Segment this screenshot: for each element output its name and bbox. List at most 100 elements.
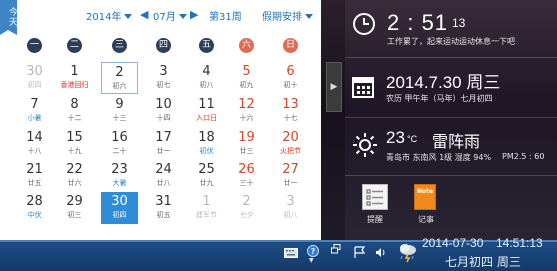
month-select[interactable]: 07月	[153, 8, 187, 23]
rest-reminder-text: 工作累了，起来运动运动休息一下吧	[387, 37, 515, 46]
lunar-date: 农历 甲午年（马年）七月初四	[386, 94, 493, 103]
calendar-day[interactable]: 6 初十	[272, 62, 309, 94]
volume-icon[interactable]	[375, 247, 387, 258]
calendar-day[interactable]: 3 初七	[145, 62, 182, 94]
reminder-app-label: 提醒	[367, 215, 383, 224]
day-number: 23	[111, 162, 128, 177]
day-lunar-label: 初六	[112, 82, 127, 90]
day-lunar-label: 十二	[67, 114, 82, 122]
calendar-day[interactable]: 10 十四	[145, 95, 182, 127]
calendar-day[interactable]: 31 初五	[145, 192, 182, 224]
day-number: 18	[198, 130, 215, 145]
calendar-day[interactable]: 29 初三	[56, 192, 93, 224]
calendar-day[interactable]: 13 十七	[272, 95, 309, 127]
day-lunar-label: 十九	[67, 147, 82, 155]
year-label: 2014年	[86, 12, 122, 23]
day-number: 26	[238, 162, 255, 177]
thunderstorm-icon[interactable]	[397, 241, 419, 263]
notes-app-label: 记事	[418, 215, 434, 224]
keyboard-icon[interactable]	[284, 248, 298, 258]
calendar-day[interactable]: 19 廿三	[228, 128, 265, 160]
day-number: 30	[26, 64, 43, 79]
flag-icon[interactable]	[354, 246, 365, 259]
day-lunar-label: 大暑	[112, 179, 127, 187]
calendar-day[interactable]: 21 廿五	[16, 160, 53, 192]
year-select[interactable]: 2014年	[86, 8, 133, 23]
day-lunar-label: 初伏	[199, 147, 214, 155]
day-number: 13	[282, 97, 299, 112]
day-number: 31	[155, 194, 172, 209]
day-number: 14	[26, 130, 43, 145]
calendar-day[interactable]: 4 初八	[188, 62, 225, 94]
taskbar-lunar[interactable]: 七月初四 周三	[445, 253, 521, 270]
weather-condition: 雷阵雨	[432, 134, 481, 151]
weekday-label: 五	[199, 38, 214, 53]
calendar-day[interactable]: 1 香港回归	[56, 62, 93, 94]
help-icon[interactable]: ?	[307, 245, 319, 257]
calendar-day[interactable]: 2 初六	[101, 62, 138, 94]
calendar-day[interactable]: 1 建军节	[188, 192, 225, 224]
calendar-day[interactable]: 28 中伏	[16, 192, 53, 224]
window-switch-icon[interactable]	[331, 244, 341, 254]
day-number: 27	[282, 162, 299, 177]
calendar-day[interactable]: 17 廿一	[145, 128, 182, 160]
day-number: 16	[111, 130, 128, 145]
calendar-day[interactable]: 3 初八	[272, 192, 309, 224]
week-number: 第31周	[209, 12, 242, 23]
calendar-day[interactable]: 22 廿六	[56, 160, 93, 192]
calendar-day[interactable]: 24 廿八	[145, 160, 182, 192]
day-lunar-label: 建军节	[196, 211, 217, 219]
day-lunar-label: 廿五	[27, 179, 42, 187]
calendar-day[interactable]: 15 十九	[56, 128, 93, 160]
day-number: 30	[111, 194, 128, 209]
month-label: 07月	[153, 12, 176, 23]
day-number: 1	[202, 194, 211, 209]
taskbar-time[interactable]: 14:51:13	[496, 236, 543, 250]
calendar-day[interactable]: 18 初伏	[188, 128, 225, 160]
checklist-icon	[366, 189, 383, 206]
calendar-day[interactable]: 16 二十	[101, 128, 138, 160]
day-number: 11	[198, 97, 215, 112]
calendar-day[interactable]: 9 十三	[101, 95, 138, 127]
calendar-day[interactable]: 7 小暑	[16, 95, 53, 127]
weekday-label: 日	[283, 38, 298, 53]
calendar-day[interactable]: 26 三十	[228, 160, 265, 192]
calendar-day[interactable]: 11 入口日	[188, 95, 225, 127]
day-number: 29	[66, 194, 83, 209]
calendar-day[interactable]: 2 七夕	[228, 192, 265, 224]
day-number: 12	[238, 97, 255, 112]
day-number: 4	[202, 64, 211, 79]
day-number: 20	[282, 130, 299, 145]
temperature-unit: °C	[407, 134, 418, 144]
calendar-day[interactable]: 30 初四	[16, 62, 53, 94]
taskbar-date[interactable]: 2014-07-30	[422, 236, 483, 250]
clock-seconds: 13	[452, 16, 466, 30]
day-lunar-label: 初七	[156, 81, 171, 89]
calendar-day[interactable]: 8 十二	[56, 95, 93, 127]
reminder-app-button[interactable]	[362, 184, 388, 210]
expand-panel-button[interactable]: ▶	[326, 62, 342, 112]
day-lunar-label: 中伏	[27, 211, 42, 219]
notes-app-button[interactable]: Note	[414, 184, 436, 210]
calendar-day[interactable]: 12 十六	[228, 95, 265, 127]
day-lunar-label: 十四	[156, 114, 171, 122]
calendar-day[interactable]: 30 初四	[101, 192, 138, 224]
calendar-day[interactable]: 27 廿一	[272, 160, 309, 192]
panel-strip	[321, 0, 345, 240]
day-number: 8	[70, 97, 79, 112]
calendar-day[interactable]: 14 十八	[16, 128, 53, 160]
day-number: 28	[26, 194, 43, 209]
calendar-day[interactable]: 25 廿九	[188, 160, 225, 192]
next-month-arrow-icon[interactable]: ▶	[190, 8, 198, 21]
calendar-panel: 今天 2014年 ◀ 07月 ▶ 第31周 假期安排 一二三四五六日 30 初四 1…	[0, 0, 321, 240]
day-number: 6	[286, 64, 295, 79]
day-lunar-label: 七夕	[239, 211, 254, 219]
day-number: 2	[115, 65, 124, 80]
calendar-day[interactable]: 5 初九	[228, 62, 265, 94]
prev-month-arrow-icon[interactable]: ◀	[140, 8, 148, 21]
calendar-day[interactable]: 20 火把节	[272, 128, 309, 160]
calendar-day[interactable]: 23 大暑	[101, 160, 138, 192]
day-number: 22	[66, 162, 83, 177]
holiday-select[interactable]: 假期安排	[262, 8, 313, 23]
chevron-down-icon[interactable]: ▼	[309, 257, 314, 264]
